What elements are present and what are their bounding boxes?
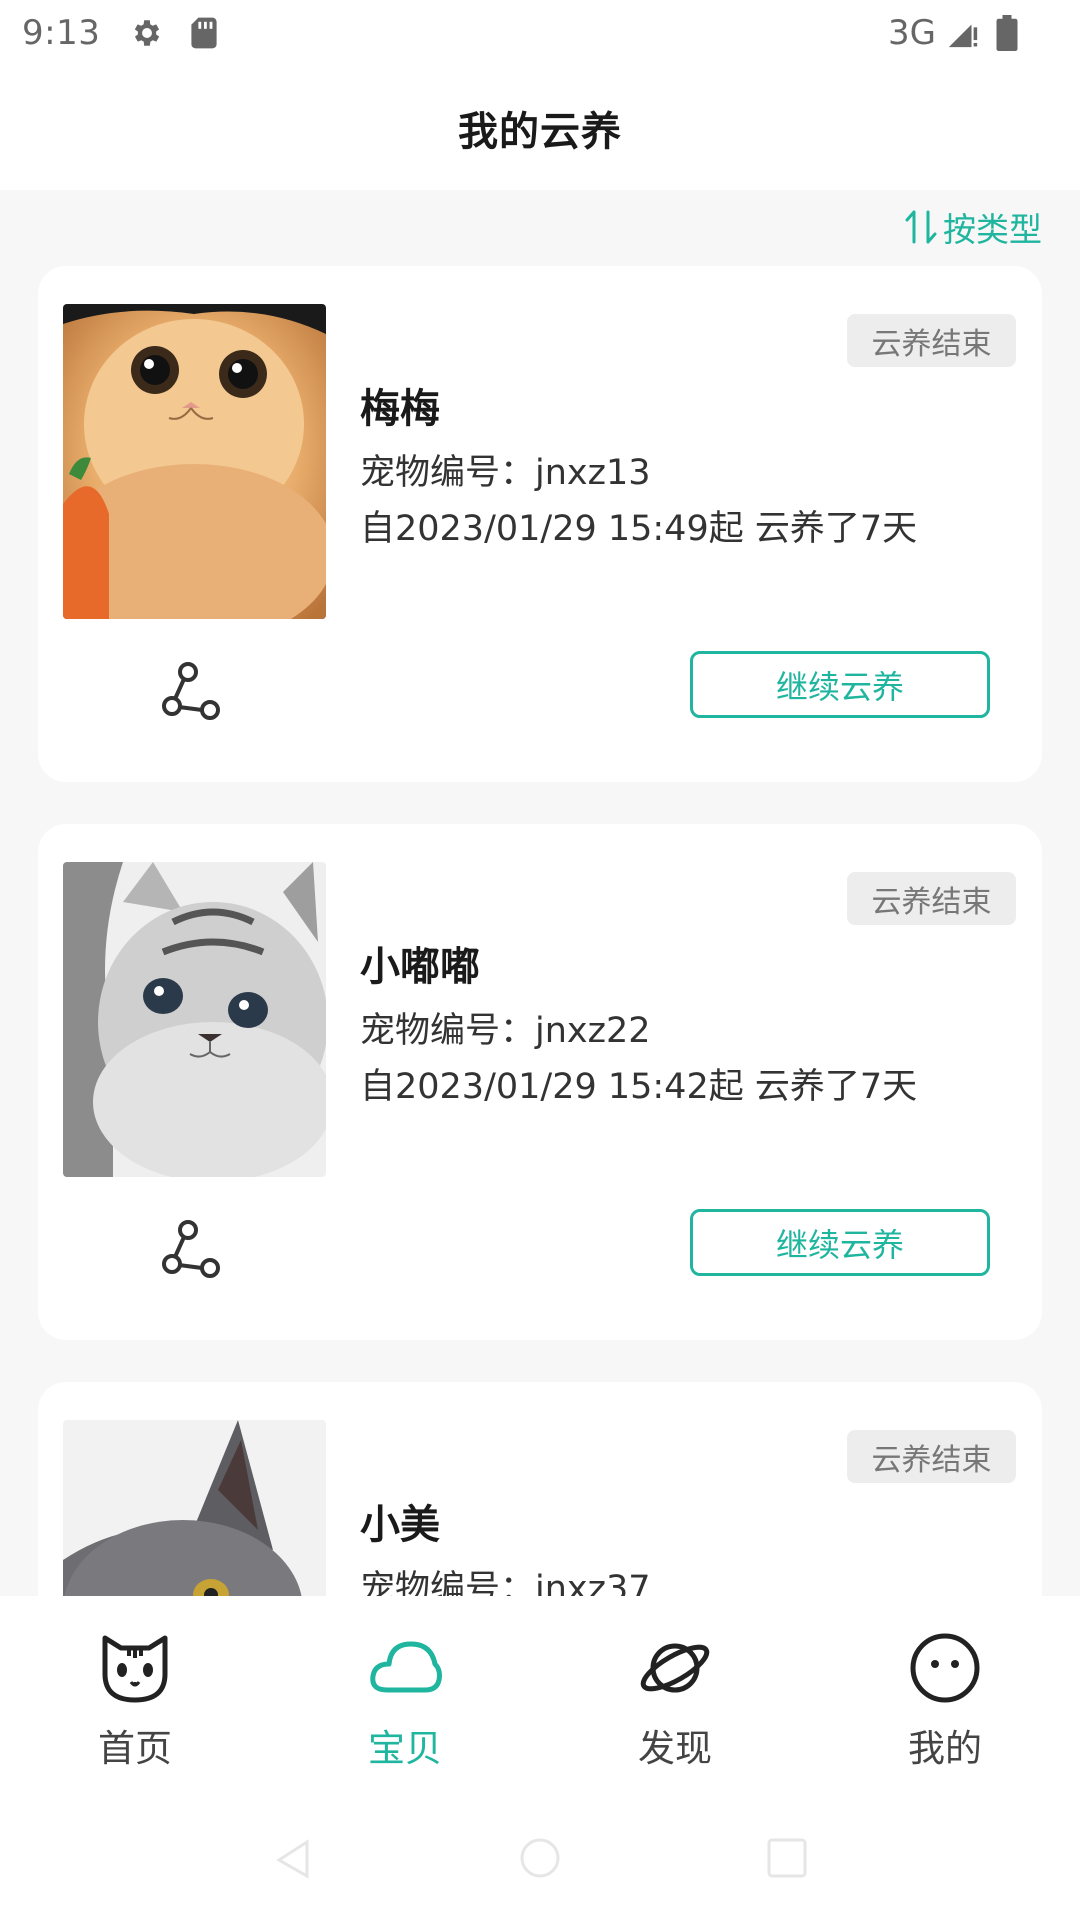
cloud-icon <box>370 1641 442 1693</box>
settings-gear-icon <box>130 16 164 50</box>
status-badge: 云养结束 <box>847 1430 1016 1483</box>
continue-adopt-button[interactable]: 继续云养 <box>690 651 990 718</box>
status-badge: 云养结束 <box>847 314 1016 367</box>
home-circle-icon[interactable] <box>510 1828 570 1888</box>
pet-id: 宠物编号：jnxz13 <box>360 453 651 493</box>
pet-card[interactable]: 云养结束 小嘟嘟 宠物编号：jnxz22 自2023/01/29 15:42起 … <box>38 824 1042 1340</box>
system-nav-bar <box>0 1796 1080 1920</box>
sd-card-icon <box>190 16 218 50</box>
nav-label: 首页 <box>98 1727 172 1770</box>
status-time: 9:13 <box>22 13 101 53</box>
adoption-duration: 自2023/01/29 15:49起 云养了7天 <box>360 509 918 549</box>
recents-square-icon[interactable] <box>757 1828 817 1888</box>
pet-name: 梅梅 <box>360 386 440 432</box>
pet-name: 小美 <box>360 1502 440 1548</box>
status-badge: 云养结束 <box>847 872 1016 925</box>
pet-photo-orange-cat <box>63 304 326 619</box>
back-icon[interactable] <box>263 1828 323 1888</box>
sort-label: 按类型 <box>943 210 1042 249</box>
smiley-face-icon <box>910 1633 980 1703</box>
cat-face-icon <box>102 1635 168 1703</box>
nav-babies[interactable]: 宝贝 <box>270 1596 540 1796</box>
pet-name: 小嘟嘟 <box>360 944 480 990</box>
nav-label: 发现 <box>638 1727 712 1770</box>
nav-mine[interactable]: 我的 <box>810 1596 1080 1796</box>
nav-home[interactable]: 首页 <box>0 1596 270 1796</box>
share-icon[interactable] <box>158 656 228 726</box>
pet-card[interactable]: 云养结束 梅梅 宠物编号：jnxz13 自2023/01/29 15:49起 云… <box>38 266 1042 782</box>
share-icon[interactable] <box>158 1214 228 1284</box>
app-header: 我的云养 <box>0 66 1080 190</box>
bottom-nav: 首页 宝贝 发现 我的 <box>0 1596 1080 1796</box>
adoption-duration: 自2023/01/29 15:42起 云养了7天 <box>360 1067 918 1107</box>
pet-id: 宠物编号：jnxz22 <box>360 1011 651 1051</box>
network-type: 3G <box>888 13 936 53</box>
nav-label: 我的 <box>908 1727 982 1770</box>
page-title: 我的云养 <box>458 109 622 155</box>
sort-by-type-button[interactable]: 按类型 <box>903 204 1042 250</box>
status-bar: 9:13 3G <box>0 0 1080 66</box>
status-right: 3G <box>888 13 1058 53</box>
continue-adopt-button[interactable]: 继续云养 <box>690 1209 990 1276</box>
planet-icon <box>640 1643 710 1693</box>
signal-icon <box>946 16 980 50</box>
battery-icon <box>996 15 1018 51</box>
pet-photo-tabby-kitten <box>63 862 326 1177</box>
sort-arrows-icon <box>903 208 939 246</box>
nav-label: 宝贝 <box>368 1727 442 1770</box>
nav-discover[interactable]: 发现 <box>540 1596 810 1796</box>
screen: 9:13 3G 我的云养 按类型 云养结束 梅梅 宠物编号：jnxz13 自20… <box>0 0 1080 1920</box>
